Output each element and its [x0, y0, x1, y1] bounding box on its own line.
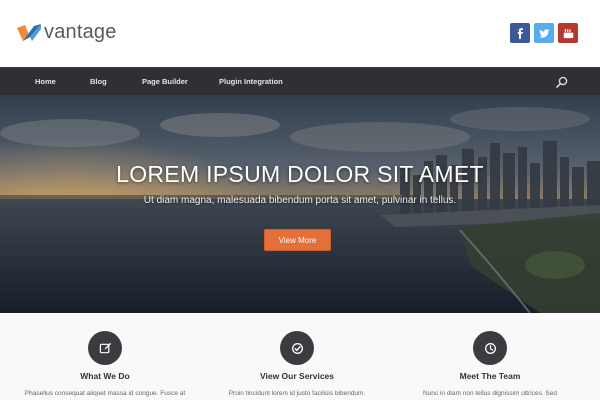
main-navigation: Home Blog Page Builder Plugin Integratio… — [0, 67, 600, 95]
hero-title: LOREM IPSUM DOLOR SIT AMET — [116, 161, 484, 187]
twitter-button[interactable] — [534, 23, 554, 43]
feature-title: What We Do — [80, 371, 130, 381]
view-more-button[interactable]: View More — [264, 229, 331, 251]
nav-item-blog[interactable]: Blog — [90, 68, 107, 96]
edit-icon — [99, 342, 111, 353]
social-links — [510, 23, 578, 43]
site-logo[interactable]: vantage — [16, 21, 117, 44]
feature-text: Proin tincidunt lorem id justo facilisis… — [228, 390, 366, 397]
facebook-button[interactable] — [510, 23, 530, 43]
check-circle-icon — [291, 342, 303, 354]
feature-icon-circle — [473, 331, 507, 365]
twitter-icon — [538, 28, 550, 38]
hero-slider: LOREM IPSUM DOLOR SIT AMET Ut diam magna… — [0, 95, 600, 313]
nav-item-page-builder[interactable]: Page Builder — [142, 68, 188, 96]
feature-text: Phasellus consequat aliquet massa id con… — [24, 390, 186, 397]
features-section: What We Do Phasellus consequat aliquet m… — [0, 313, 600, 400]
vantage-logo-icon — [17, 23, 41, 41]
youtube-button[interactable] — [558, 23, 578, 43]
search-icon[interactable] — [556, 76, 568, 88]
feature-title: Meet The Team — [459, 371, 521, 381]
hero-subtitle: Ut diam magna, malesuada bibendum porta … — [143, 195, 457, 206]
feature-icon-circle — [88, 331, 122, 365]
feature-title: View Our Services — [259, 371, 335, 381]
facebook-icon — [517, 27, 523, 39]
brand-name: vantage — [44, 21, 117, 43]
youtube-icon — [563, 28, 573, 38]
nav-item-home[interactable]: Home — [35, 68, 56, 96]
feature-icon-circle — [280, 331, 314, 365]
feature-text: Nunc in diam non tellus dignissim ultric… — [422, 390, 558, 397]
site-header: vantage — [0, 0, 600, 67]
nav-item-plugin-integration[interactable]: Plugin Integration — [219, 68, 283, 96]
clock-icon — [484, 342, 496, 354]
